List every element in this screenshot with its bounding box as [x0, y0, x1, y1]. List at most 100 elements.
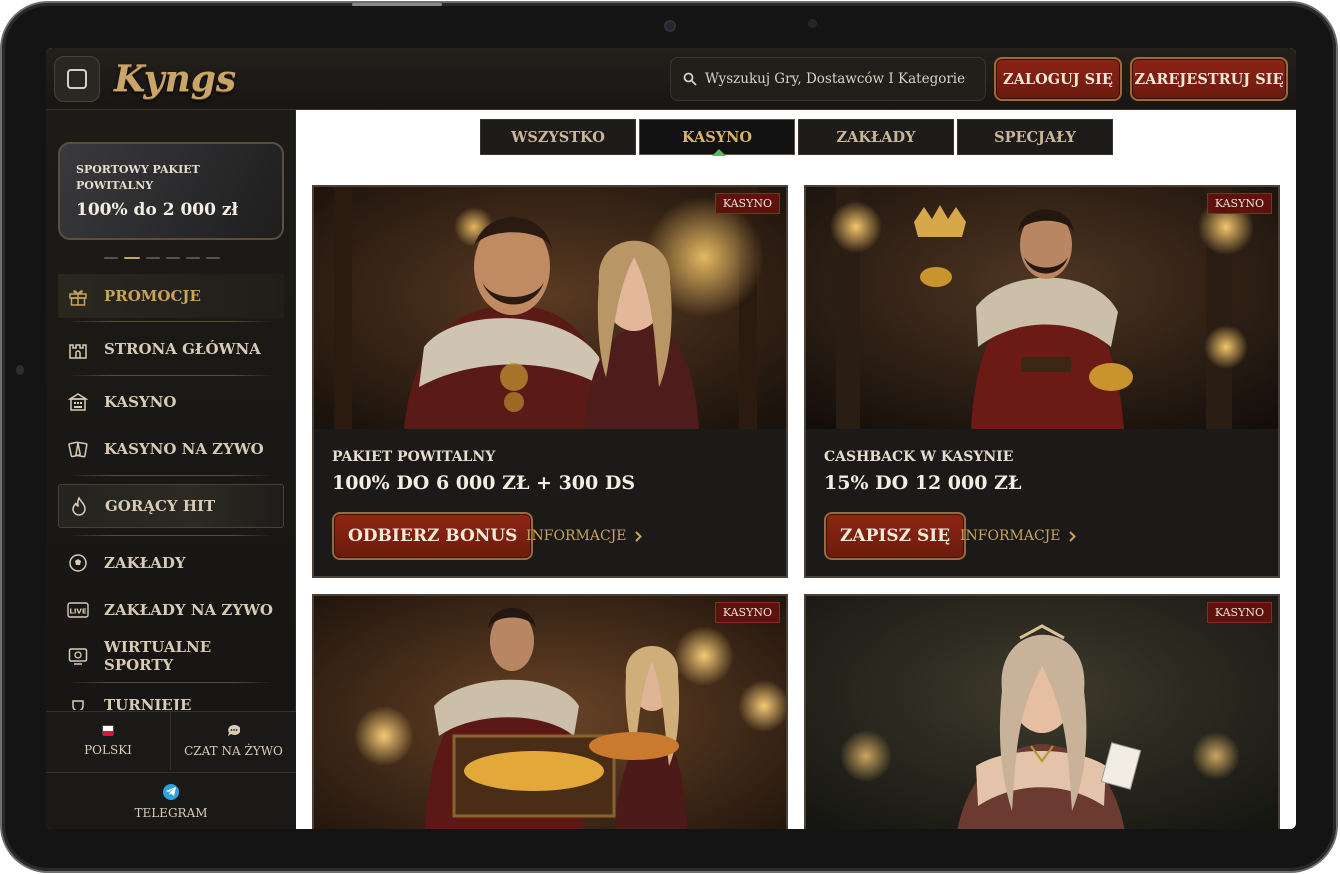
sidebar-item-label: GORĄCY HIT — [105, 497, 216, 515]
promo-image-treasure-chest — [314, 596, 786, 829]
cards-icon — [66, 437, 90, 461]
sidebar-item-virtual-sports[interactable]: WIRTUALNE SPORTY — [58, 634, 284, 678]
sidebar-item-label: PROMOCJE — [104, 287, 201, 305]
menu-icon — [67, 69, 87, 89]
flame-icon — [67, 494, 91, 518]
logo[interactable]: Kyngs — [114, 54, 236, 104]
login-button[interactable]: ZALOGUJ SIĘ — [994, 57, 1122, 101]
sidebar-item-label: KASYNO NA ZYWO — [104, 440, 264, 458]
sidebar-item-label: ZAKŁADY NA ZYWO — [104, 601, 273, 619]
light-sensor — [808, 19, 817, 28]
register-button[interactable]: ZAREJESTRUJ SIĘ — [1130, 57, 1288, 101]
sidebar-item-label: KASYNO — [104, 393, 177, 411]
carousel-dots — [104, 257, 220, 259]
tab-casino[interactable]: KASYNO — [639, 119, 795, 156]
live-chat-button[interactable]: CZAT NA ŻYWO — [171, 712, 296, 770]
poland-flag-icon — [102, 725, 114, 736]
category-tabs: WSZYSTKO KASYNO ZAKŁADY SPECJAŁY — [480, 119, 1113, 156]
info-label: INFORMACJE — [960, 528, 1061, 544]
carousel-dot[interactable] — [104, 257, 118, 259]
info-link[interactable]: INFORMACJE — [960, 528, 1076, 544]
card-offer: 15% DO 12 000 ZŁ — [824, 472, 1022, 494]
claim-bonus-button[interactable]: ODBIERZ BONUS — [332, 512, 534, 560]
promo-title: SPORTOWY PAKIET POWITALNY — [76, 163, 200, 192]
main-content: WSZYSTKO KASYNO ZAKŁADY SPECJAŁY KASYNO … — [296, 110, 1296, 829]
tab-bets[interactable]: ZAKŁADY — [798, 119, 954, 155]
tab-all[interactable]: WSZYSTKO — [480, 119, 636, 155]
tab-label: ZAKŁADY — [836, 128, 916, 146]
category-badge: KASYNO — [714, 602, 780, 623]
chat-label: CZAT NA ŻYWO — [184, 743, 283, 758]
search-icon — [683, 72, 697, 86]
sidebar-item-label: WIRTUALNE SPORTY — [104, 638, 212, 674]
promo-image-king-with-crown — [806, 187, 1278, 429]
divider — [68, 475, 274, 476]
telegram-label: TELEGRAM — [134, 805, 208, 820]
divider — [68, 682, 274, 683]
soccer-ball-icon — [66, 551, 90, 575]
search-input[interactable] — [705, 71, 981, 87]
sidebar-item-label: ZAKŁADY — [104, 554, 186, 572]
castle-icon — [66, 337, 90, 361]
chevron-right-icon — [634, 530, 642, 542]
tab-label: WSZYSTKO — [511, 128, 605, 146]
svg-text:LIVE: LIVE — [69, 608, 86, 616]
promo-card[interactable]: KASYNO CASHBACK W KASYNIE 15% DO 12 000 … — [804, 185, 1280, 578]
telegram-button[interactable]: TELEGRAM — [46, 772, 296, 829]
tab-label: KASYNO — [682, 128, 752, 146]
promo-card[interactable]: KASYNO — [312, 594, 788, 829]
sidebar-footer: POLSKI CZAT NA ŻYWO TELEGRAM — [46, 711, 296, 829]
gift-icon — [66, 284, 90, 308]
screen-ball-icon — [66, 644, 90, 668]
sidebar-item-live-casino[interactable]: KASYNO NA ZYWO — [58, 427, 284, 471]
menu-toggle-button[interactable] — [54, 56, 100, 102]
carousel-dot[interactable] — [166, 257, 180, 259]
info-label: INFORMACJE — [526, 528, 627, 544]
sidebar-item-hot-hit[interactable]: GORĄCY HIT — [58, 484, 284, 528]
sidebar-item-tournaments[interactable]: TURNIEJE — [58, 688, 284, 710]
carousel-dot-active[interactable] — [124, 257, 140, 259]
power-button — [352, 3, 442, 6]
carousel-dot[interactable] — [186, 257, 200, 259]
search-bar[interactable] — [670, 57, 986, 101]
carousel-dot[interactable] — [146, 257, 160, 259]
card-title: CASHBACK W KASYNIE — [824, 449, 1014, 465]
live-icon: LIVE — [66, 598, 90, 622]
card-title: PAKIET POWITALNY — [332, 449, 496, 465]
sidebar-item-casino[interactable]: KASYNO — [58, 380, 284, 424]
promo-image-royal-couple — [314, 187, 786, 429]
info-link[interactable]: INFORMACJE — [526, 528, 642, 544]
carousel-dot[interactable] — [206, 257, 220, 259]
tab-specials[interactable]: SPECJAŁY — [957, 119, 1113, 155]
promo-card[interactable]: KASYNO PAKIET POWITALNY 100% DO 6 000 ZŁ… — [312, 185, 788, 578]
sidebar-promo-banner[interactable]: SPORTOWY PAKIET POWITALNY 100% do 2 000 … — [58, 142, 284, 240]
side-sensor — [16, 365, 24, 375]
screen: Kyngs ZALOGUJ SIĘ ZAREJESTRUJ SIĘ SPORTO… — [46, 48, 1296, 829]
sidebar-item-label: TURNIEJE — [104, 696, 192, 710]
sidebar-item-promocje[interactable]: PROMOCJE — [58, 274, 284, 318]
card-offer: 100% DO 6 000 ZŁ + 300 DS — [332, 472, 636, 494]
divider — [68, 375, 274, 376]
promo-image-queen-with-card — [806, 596, 1278, 829]
sidebar-item-live-bets[interactable]: LIVE ZAKŁADY NA ZYWO — [58, 588, 284, 632]
sidebar-item-home[interactable]: STRONA GŁÓWNA — [58, 327, 284, 371]
chat-bubble-icon — [227, 724, 240, 736]
trophy-icon — [66, 696, 90, 710]
chevron-right-icon — [1068, 530, 1076, 542]
sign-up-button[interactable]: ZAPISZ SIĘ — [824, 512, 967, 560]
category-badge: KASYNO — [1206, 602, 1272, 623]
telegram-icon — [163, 783, 179, 800]
category-badge: KASYNO — [714, 193, 780, 214]
sidebar-item-bets[interactable]: ZAKŁADY — [58, 541, 284, 585]
tab-label: SPECJAŁY — [994, 128, 1076, 146]
promo-card[interactable]: KASYNO — [804, 594, 1280, 829]
tablet-frame: Kyngs ZALOGUJ SIĘ ZAREJESTRUJ SIĘ SPORTO… — [2, 3, 1336, 871]
sidebar-item-label: STRONA GŁÓWNA — [104, 340, 261, 358]
promo-subtitle: 100% do 2 000 zł — [76, 200, 239, 220]
divider — [68, 535, 274, 536]
sidebar: SPORTOWY PAKIET POWITALNY 100% do 2 000 … — [46, 110, 296, 829]
divider — [68, 321, 274, 322]
category-badge: KASYNO — [1206, 193, 1272, 214]
active-tab-indicator-icon — [712, 149, 726, 156]
language-selector[interactable]: POLSKI — [46, 712, 171, 770]
